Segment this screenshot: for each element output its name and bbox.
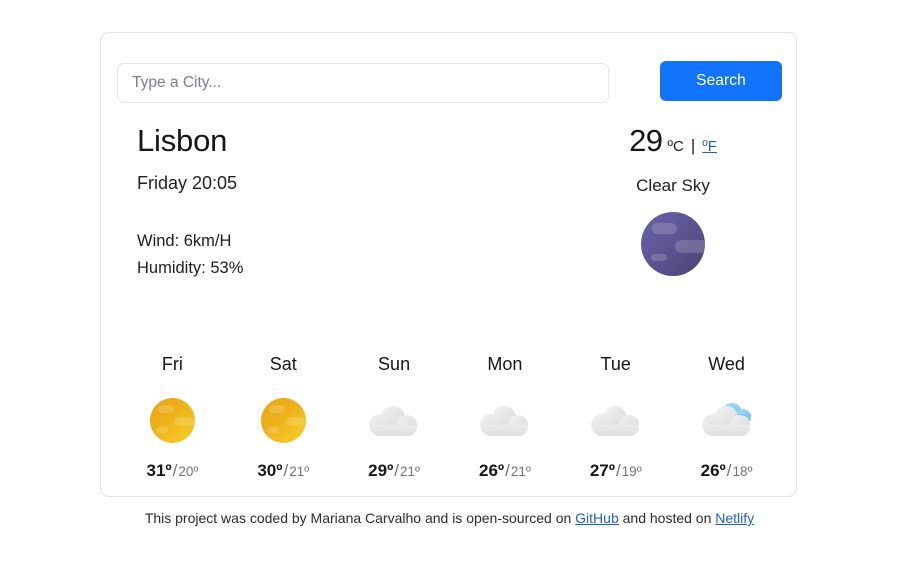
forecast-max: 31º bbox=[146, 461, 172, 480]
sun-spot bbox=[155, 426, 168, 433]
forecast-max: 26º bbox=[478, 461, 505, 480]
weather-description: Clear Sky bbox=[636, 176, 710, 195]
forecast-slash: / bbox=[172, 461, 178, 480]
forecast-icon-wrap bbox=[449, 395, 560, 445]
moon-crater bbox=[651, 254, 667, 261]
cloud-base bbox=[371, 425, 418, 436]
sun-spot bbox=[157, 404, 174, 413]
current-temperature: 29 bbox=[629, 123, 663, 158]
forecast-max: 29º bbox=[368, 461, 394, 480]
cloud-icon bbox=[590, 403, 642, 437]
sun-spot bbox=[268, 404, 285, 413]
cloud-base bbox=[703, 425, 750, 436]
weather-card: Search Lisbon Friday 20:05 Wind: 6km/H H… bbox=[100, 32, 797, 497]
forecast-day: Sun 29º/21º bbox=[339, 355, 450, 479]
search-input[interactable] bbox=[117, 63, 609, 103]
forecast-temps: 26º/21º bbox=[449, 462, 560, 479]
current-temperature-line: 29 ºC | ºF bbox=[548, 125, 798, 156]
current-details: Lisbon Friday 20:05 Wind: 6km/H Humidity… bbox=[137, 125, 243, 282]
cloud-icon bbox=[479, 403, 531, 437]
forecast-temps: 26º/18º bbox=[671, 462, 782, 479]
forecast-day: Mon 26º/21º bbox=[449, 355, 560, 479]
forecast-min: 19º bbox=[621, 464, 642, 479]
current-conditions: Lisbon Friday 20:05 Wind: 6km/H Humidity… bbox=[101, 125, 798, 330]
cloud-base bbox=[592, 425, 639, 436]
forecast-day: Tue 27º/19º bbox=[560, 355, 671, 479]
forecast-icon-wrap bbox=[339, 395, 450, 445]
forecast-max: 26º bbox=[700, 461, 726, 480]
forecast-min: 21º bbox=[289, 464, 310, 479]
forecast-max: 30º bbox=[257, 461, 283, 480]
sun-spot bbox=[284, 416, 305, 426]
sun-spot bbox=[266, 426, 279, 433]
partly-cloudy-icon bbox=[701, 403, 753, 437]
current-datetime: Friday 20:05 bbox=[137, 173, 238, 193]
footer-text-before: This project was coded by Mariana Carval… bbox=[144, 510, 572, 526]
unit-celsius: ºC bbox=[667, 138, 684, 155]
footer: This project was coded by Mariana Carval… bbox=[0, 511, 899, 525]
forecast-day-label: Mon bbox=[487, 354, 523, 374]
forecast-slash: / bbox=[726, 461, 732, 480]
moon-crater bbox=[675, 240, 705, 253]
forecast-temps: 31º/20º bbox=[117, 462, 228, 479]
forecast-icon-wrap bbox=[560, 395, 671, 445]
city-name: Lisbon bbox=[137, 123, 228, 158]
forecast-slash: / bbox=[283, 461, 289, 480]
forecast-day-label: Wed bbox=[708, 354, 745, 374]
current-weather-icon-wrap bbox=[548, 212, 798, 276]
forecast-slash: / bbox=[394, 461, 400, 480]
wind-value: Wind: 6km/H bbox=[137, 232, 232, 250]
github-link[interactable]: GitHub bbox=[575, 510, 619, 526]
footer-text-middle: and hosted on bbox=[622, 510, 712, 526]
forecast-row: Fri 31º/20º Sat 30º/21º Sun 29º/21º Mon … bbox=[117, 355, 782, 479]
forecast-min: 20º bbox=[178, 464, 199, 479]
humidity-value: Humidity: 53% bbox=[137, 259, 244, 278]
cloud-base bbox=[481, 425, 528, 436]
forecast-icon-wrap bbox=[117, 395, 228, 445]
sun-icon bbox=[149, 397, 195, 443]
forecast-temps: 27º/19º bbox=[560, 462, 671, 479]
moon-icon bbox=[641, 212, 705, 276]
sun-icon bbox=[260, 397, 306, 443]
forecast-max: 27º bbox=[589, 461, 615, 480]
moon-crater bbox=[652, 223, 677, 234]
search-button[interactable]: Search bbox=[660, 61, 782, 101]
unit-fahrenheit-link[interactable]: ºF bbox=[702, 139, 717, 154]
forecast-min: 18º bbox=[732, 464, 753, 479]
forecast-day: Wed 26º/18º bbox=[671, 355, 782, 479]
search-row: Search bbox=[117, 61, 782, 105]
forecast-temps: 29º/21º bbox=[339, 462, 450, 479]
unit-separator: | bbox=[690, 136, 696, 155]
forecast-day: Sat 30º/21º bbox=[228, 355, 339, 479]
sun-spot bbox=[173, 416, 194, 426]
forecast-day: Fri 31º/20º bbox=[117, 355, 228, 479]
forecast-slash: / bbox=[615, 461, 621, 480]
forecast-temps: 30º/21º bbox=[228, 462, 339, 479]
forecast-min: 21º bbox=[400, 464, 420, 479]
forecast-min: 21º bbox=[510, 464, 531, 479]
current-summary: 29 ºC | ºF Clear Sky bbox=[548, 125, 798, 276]
forecast-day-label: Fri bbox=[161, 354, 183, 374]
forecast-icon-wrap bbox=[228, 395, 339, 445]
forecast-slash: / bbox=[505, 461, 510, 480]
netlify-link[interactable]: Netlify bbox=[715, 510, 754, 526]
forecast-day-label: Tue bbox=[600, 354, 631, 374]
cloud-icon bbox=[368, 403, 420, 437]
app-root: Search Lisbon Friday 20:05 Wind: 6km/H H… bbox=[0, 0, 899, 562]
forecast-day-label: Sat bbox=[269, 354, 297, 374]
forecast-icon-wrap bbox=[671, 395, 782, 445]
forecast-day-label: Sun bbox=[378, 354, 411, 374]
current-metrics: Wind: 6km/H Humidity: 53% bbox=[137, 228, 243, 282]
